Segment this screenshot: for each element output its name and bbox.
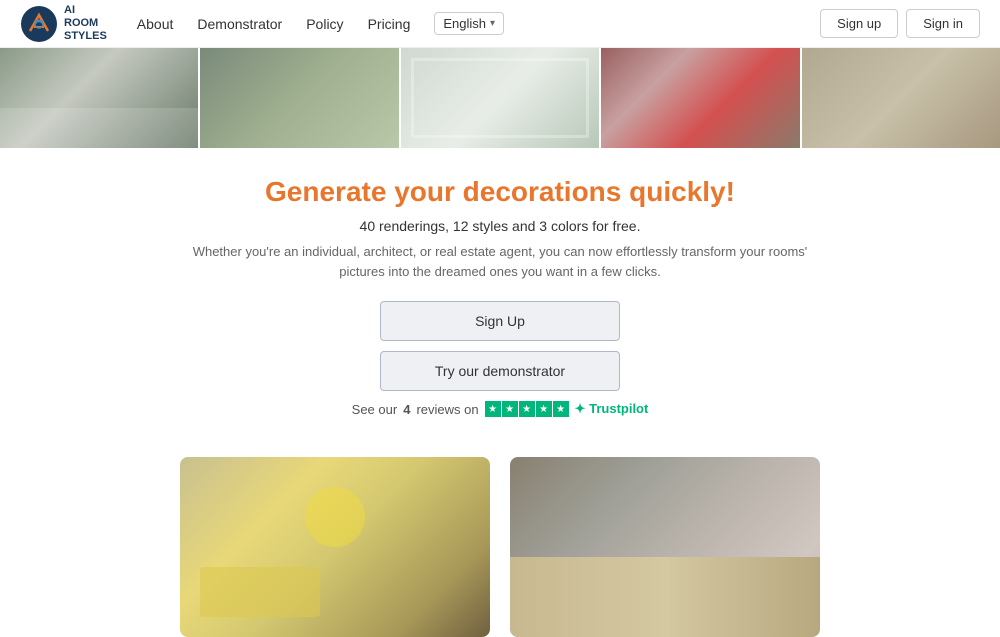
hero-strip (0, 48, 1000, 148)
logo-icon (20, 5, 58, 43)
nav-auth: Sign up Sign in (820, 9, 980, 38)
star-3: ★ (519, 401, 535, 417)
star-1: ★ (485, 401, 501, 417)
trustpilot-suffix: reviews on (416, 402, 478, 417)
logo[interactable]: AI ROOM STYLES (20, 4, 107, 44)
hero-image-4 (599, 48, 799, 148)
language-selector[interactable]: English ▾ (434, 12, 504, 35)
bottom-images (0, 437, 1000, 637)
star-4: ★ (536, 401, 552, 417)
trustpilot-logo: ✦ Trustpilot (575, 401, 649, 417)
hero-image-3 (399, 48, 599, 148)
nav-pricing[interactable]: Pricing (368, 16, 411, 32)
signup-button[interactable]: Sign up (820, 9, 898, 38)
demo-button[interactable]: Try our demonstrator (380, 351, 620, 391)
main-content: Generate your decorations quickly! 40 re… (0, 148, 1000, 437)
hero-image-1 (0, 48, 198, 148)
star-5: ★ (553, 401, 569, 417)
hero-image-5 (800, 48, 1000, 148)
logo-text: AI ROOM STYLES (64, 4, 107, 44)
trustpilot-stars: ★ ★ ★ ★ ★ (485, 401, 569, 417)
star-2: ★ (502, 401, 518, 417)
page-headline: Generate your decorations quickly! (20, 176, 980, 208)
bottom-image-living-room (180, 457, 490, 637)
description-text: Whether you're an individual, architect,… (180, 242, 820, 281)
signup-button-main[interactable]: Sign Up (380, 301, 620, 341)
trustpilot-star-icon: ✦ (575, 401, 586, 416)
trustpilot-row: See our 4 reviews on ★ ★ ★ ★ ★ ✦ Trustpi… (20, 401, 980, 417)
hero-image-2 (198, 48, 398, 148)
subheadline: 40 renderings, 12 styles and 3 colors fo… (20, 218, 980, 234)
navbar: AI ROOM STYLES About Demonstrator Policy… (0, 0, 1000, 48)
trustpilot-prefix: See our (352, 402, 398, 417)
bottom-image-kitchen (510, 457, 820, 637)
chevron-down-icon: ▾ (490, 18, 495, 29)
trustpilot-count: 4 (403, 402, 410, 417)
nav-links: About Demonstrator Policy Pricing Englis… (137, 12, 804, 35)
nav-about[interactable]: About (137, 16, 174, 32)
signin-button[interactable]: Sign in (906, 9, 980, 38)
nav-policy[interactable]: Policy (306, 16, 343, 32)
language-label: English (443, 16, 486, 31)
nav-demonstrator[interactable]: Demonstrator (197, 16, 282, 32)
